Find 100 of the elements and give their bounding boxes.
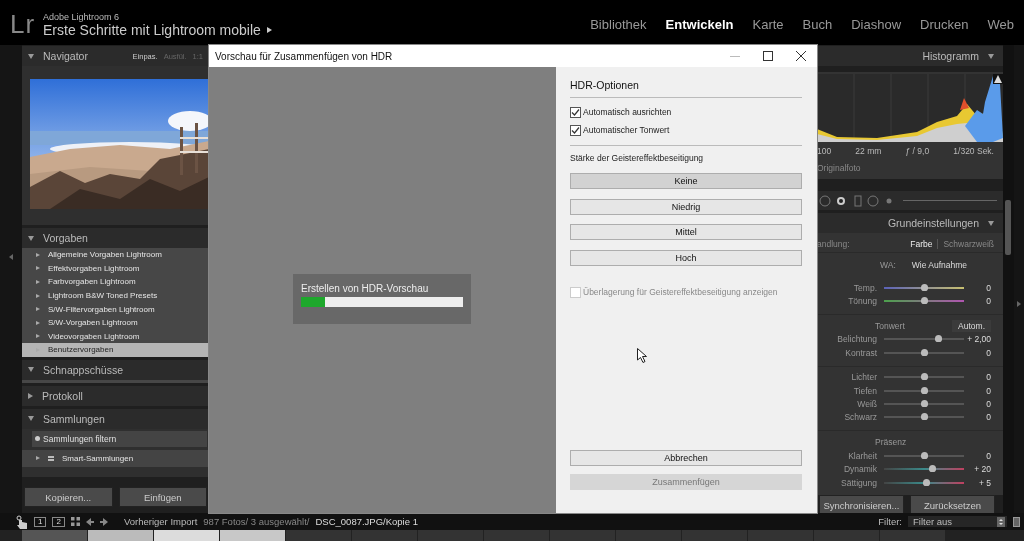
thumbnail[interactable]: [880, 530, 945, 541]
preset-folder[interactable]: Effektvorgaben Lightroom: [22, 261, 209, 276]
module-tab[interactable]: Drucken: [920, 17, 969, 32]
slider-thumb[interactable]: [921, 451, 928, 459]
slider-thumb[interactable]: [921, 283, 928, 291]
expand-triangle-icon[interactable]: [28, 392, 33, 399]
expand-triangle-icon[interactable]: [36, 280, 40, 284]
thumbnail[interactable]: [88, 530, 153, 541]
slider-thumb[interactable]: [922, 478, 930, 486]
expand-triangle-icon[interactable]: [36, 307, 40, 312]
slider-track[interactable]: [884, 389, 964, 392]
checkbox-option[interactable]: Automatisch ausrichten: [570, 103, 802, 121]
collapse-left-arrow-icon[interactable]: [9, 254, 13, 260]
slider-track[interactable]: [884, 416, 964, 419]
collapse-triangle-icon[interactable]: [28, 235, 34, 241]
preset-folder[interactable]: S/W-Filtervorgaben Lightroom: [22, 302, 209, 316]
slider-track[interactable]: [884, 376, 964, 379]
panel-button[interactable]: Synchronisieren...: [819, 495, 904, 516]
thumbnail[interactable]: [616, 530, 681, 541]
collapse-triangle-icon[interactable]: [28, 367, 34, 373]
preset-folder[interactable]: Lightroom B&W Toned Presets: [22, 288, 209, 303]
panel-button[interactable]: Zurücksetzen: [910, 495, 995, 516]
collapse-triangle-icon[interactable]: [28, 416, 34, 422]
thumbnail[interactable]: [286, 530, 351, 541]
auto-button[interactable]: Autom.: [952, 319, 991, 332]
preset-folder[interactable]: Smart-Sammlungen: [22, 449, 209, 467]
thumbnail[interactable]: [814, 530, 879, 541]
slider-thumb[interactable]: [921, 297, 928, 305]
scrollbar-thumb[interactable]: [1005, 200, 1011, 255]
thumbnail[interactable]: [352, 530, 417, 541]
slider-track[interactable]: [884, 403, 964, 406]
treatment-option[interactable]: Schwarzweiß: [938, 239, 994, 249]
module-tab[interactable]: Karte: [752, 17, 784, 32]
module-tab[interactable]: Diashow: [851, 17, 902, 32]
slider-thumb[interactable]: [921, 373, 928, 381]
slider-track[interactable]: [884, 300, 964, 303]
slider-track[interactable]: [884, 351, 964, 354]
checkbox-option[interactable]: Automatischer Tonwert: [570, 121, 802, 139]
collapse-triangle-icon[interactable]: [988, 220, 994, 226]
view-button[interactable]: 2: [52, 516, 65, 527]
slider-track[interactable]: [884, 468, 964, 471]
expand-triangle-icon[interactable]: [36, 456, 40, 461]
thumbnail[interactable]: [748, 530, 813, 541]
slider-thumb[interactable]: [921, 348, 928, 356]
expand-triangle-icon[interactable]: [36, 334, 40, 339]
preset-folder[interactable]: Farbvorgaben Lightroom: [22, 275, 209, 289]
preset-folder[interactable]: Videovorgaben Lightroom: [22, 329, 209, 344]
slider-thumb[interactable]: [935, 335, 943, 343]
module-tab[interactable]: Buch: [802, 17, 833, 32]
panel-button[interactable]: Kopieren...: [24, 487, 113, 507]
filter-field[interactable]: Sammlungen filtern: [32, 430, 207, 447]
collapse-triangle-icon[interactable]: [28, 53, 34, 59]
deghost-button[interactable]: Keine: [570, 173, 802, 189]
checkbox-option: Überlagerung für Geistereffektbeseitigung anzeigen: [570, 283, 802, 301]
slider-value: 0: [985, 450, 992, 461]
deghost-button[interactable]: Hoch: [570, 249, 802, 266]
expand-triangle-icon[interactable]: [36, 266, 40, 271]
thumbnail[interactable]: [418, 530, 483, 541]
preset-folder[interactable]: S/W-Vorgaben Lightroom: [22, 315, 209, 330]
checkbox[interactable]: [570, 124, 581, 136]
module-tab[interactable]: Web: [987, 17, 1014, 32]
panel-button[interactable]: Einfügen: [118, 487, 207, 507]
thumbnail[interactable]: [220, 530, 285, 541]
play-triangle-icon[interactable]: [266, 26, 272, 33]
slider-track[interactable]: [884, 481, 964, 484]
slider-thumb[interactable]: [929, 465, 936, 473]
slider-track[interactable]: [884, 338, 964, 341]
collapse-triangle-icon[interactable]: [988, 53, 994, 59]
slider-track[interactable]: [884, 286, 964, 289]
view-button[interactable]: 1: [34, 516, 47, 527]
close-icon[interactable]: [795, 51, 806, 61]
module-tab[interactable]: Bibliothek: [590, 17, 647, 32]
deghost-button[interactable]: Mittel: [570, 224, 802, 240]
module-tab[interactable]: Entwickeln: [665, 17, 734, 32]
filter-dropdown[interactable]: Filter aus: [908, 516, 1007, 527]
treatment-option[interactable]: Farbe: [905, 239, 939, 249]
preset-folder[interactable]: Benutzervorgaben: [22, 343, 209, 357]
slider-thumb[interactable]: [921, 413, 928, 421]
lock-icon[interactable]: [1013, 516, 1020, 527]
thumbnail[interactable]: [484, 530, 549, 541]
expand-triangle-icon[interactable]: [36, 320, 40, 325]
thumbnail[interactable]: [550, 530, 615, 541]
deghost-button[interactable]: Niedrig: [570, 198, 802, 215]
source-label[interactable]: Vorheriger Import: [123, 516, 198, 527]
thumbnail[interactable]: [22, 530, 87, 541]
balance-dropdown[interactable]: Wie Aufnahme: [911, 260, 968, 270]
panel-title: Protokoll: [42, 389, 83, 402]
dialog-button[interactable]: Abbrechen: [570, 450, 802, 466]
maximize-icon[interactable]: [762, 51, 773, 61]
checkbox[interactable]: [570, 106, 581, 118]
preset-folder[interactable]: Allgemeine Vorgaben Lightroom: [22, 248, 209, 262]
slider-thumb[interactable]: [921, 400, 928, 408]
slider-thumb[interactable]: [921, 386, 928, 394]
expand-right-arrow-icon[interactable]: [1017, 301, 1021, 307]
slider-track[interactable]: [884, 454, 964, 457]
panel-title: Histogramm: [922, 50, 979, 62]
thumbnail[interactable]: [154, 530, 219, 541]
expand-triangle-icon[interactable]: [36, 252, 40, 257]
thumbnail[interactable]: [682, 530, 747, 541]
expand-triangle-icon[interactable]: [36, 293, 40, 298]
